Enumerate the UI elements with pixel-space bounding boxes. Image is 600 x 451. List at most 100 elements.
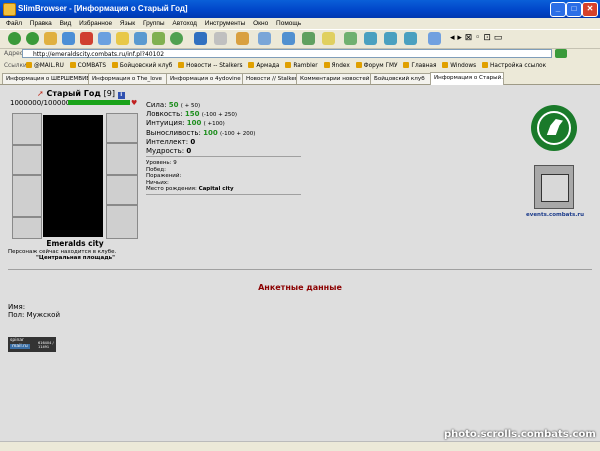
- folder-icon[interactable]: [44, 32, 57, 45]
- title-bar: SlimBrowser - [Информация о Старый Год] …: [0, 0, 600, 18]
- window-title: SlimBrowser - [Информация о Старый Год]: [18, 4, 188, 13]
- favorites-icon[interactable]: [116, 32, 129, 45]
- location-place: "Центральная площадь": [36, 255, 115, 261]
- ring-slot[interactable]: [106, 113, 138, 143]
- avatar: [43, 115, 103, 237]
- history-icon[interactable]: [152, 32, 165, 45]
- tab-item[interactable]: Информация о 4ydovine: [166, 73, 246, 84]
- events-link[interactable]: events.combats.ru: [526, 212, 584, 218]
- stat-extra: ( +100): [203, 121, 225, 128]
- hp-text: 1000000/1000000: [10, 99, 75, 107]
- link-item[interactable]: @MAIL.RU: [26, 61, 64, 72]
- helmet-slot[interactable]: [12, 113, 42, 145]
- minimize-button[interactable]: _: [550, 2, 566, 17]
- weapon-slot[interactable]: [12, 145, 42, 175]
- link-item[interactable]: COMBATS: [70, 61, 106, 72]
- stat-extra: (-100 + 200): [219, 130, 256, 137]
- heart-icon: ♥: [131, 99, 138, 107]
- stat-extra: ( + 50): [180, 103, 201, 109]
- highlight-icon[interactable]: [322, 32, 335, 45]
- menu-window[interactable]: Окно: [253, 18, 268, 29]
- pen-icon[interactable]: [428, 32, 441, 45]
- address-bar: Адрес http://emeraldscity.combats.ru/inf…: [0, 48, 600, 60]
- glove-slot[interactable]: [106, 143, 138, 175]
- watermark: photo.scrolls.combats.com: [444, 429, 596, 440]
- tab-item[interactable]: Комментарии новостей //...: [296, 73, 374, 84]
- window-icon[interactable]: [282, 32, 295, 45]
- home-icon[interactable]: [98, 32, 111, 45]
- address-input[interactable]: http://emeraldscity.combats.ru/inf.pl?40…: [22, 49, 552, 58]
- group-icon[interactable]: [258, 32, 271, 45]
- link-item[interactable]: Rambler: [285, 61, 317, 72]
- link-item[interactable]: Форум ГМУ: [356, 61, 398, 72]
- info-icon[interactable]: i: [117, 92, 125, 99]
- toolbar: ◂ ▸ ⊠ ◦ ⊡ ▭: [0, 29, 600, 49]
- menu-favorites[interactable]: Избранное: [79, 18, 112, 29]
- mail-icon[interactable]: [236, 32, 249, 45]
- globe-icon[interactable]: [170, 32, 183, 45]
- character-level: [9]: [103, 89, 115, 98]
- info-level: Уровень: 9: [146, 160, 177, 166]
- divider: [8, 269, 592, 270]
- link-item[interactable]: Новости -- Stalkers: [178, 61, 242, 72]
- back-icon[interactable]: [8, 32, 21, 45]
- info-panel: Уровень: 9 Побед: Поражений: Ничьих: Мес…: [146, 160, 234, 193]
- screen-icon[interactable]: [364, 32, 377, 45]
- shield-slot[interactable]: [106, 175, 138, 205]
- menu-autowalk[interactable]: Автоход: [172, 18, 197, 29]
- link-item[interactable]: Яndex: [324, 61, 350, 72]
- character-name: Старый Год: [46, 89, 101, 98]
- birthplace-value: Capital city: [198, 186, 234, 193]
- tile-icon[interactable]: [302, 32, 315, 45]
- refresh-icon[interactable]: [62, 32, 75, 45]
- stat-value: 150: [184, 110, 200, 119]
- stat-value: 0: [190, 137, 196, 146]
- screen2-icon[interactable]: [384, 32, 397, 45]
- tab-item[interactable]: Бойцовский клуб: [370, 73, 436, 84]
- belt-slot[interactable]: [12, 217, 42, 239]
- tool-icon[interactable]: [344, 32, 357, 45]
- nav-arrows-icon[interactable]: ◂ ▸ ⊠ ◦ ⊡ ▭: [450, 33, 502, 43]
- stat-label: Ловкость:: [146, 110, 183, 119]
- menu-language[interactable]: Язык: [120, 18, 135, 29]
- menu-edit[interactable]: Правка: [30, 18, 52, 29]
- close-button[interactable]: ✕: [582, 2, 598, 17]
- screen3-icon[interactable]: [404, 32, 417, 45]
- tab-item[interactable]: Информация о ШЕРШЕМВИЕ: [2, 73, 90, 84]
- hp-bar: [68, 100, 130, 105]
- armor-slot[interactable]: [12, 175, 42, 217]
- menu-groups[interactable]: Группы: [143, 18, 165, 29]
- tab-active[interactable]: Информация о Старый...: [430, 72, 504, 85]
- link-item[interactable]: Армада: [248, 61, 279, 72]
- page-content: ➚ Старый Год [9] i 1000000/1000000 ♥ Eme…: [0, 85, 600, 441]
- menu-view[interactable]: Вид: [60, 18, 72, 29]
- print-icon[interactable]: [214, 32, 227, 45]
- stat-value: 100: [186, 119, 202, 128]
- arrow-icon: ➚: [37, 89, 44, 98]
- menu-help[interactable]: Помощь: [276, 18, 301, 29]
- clan-emblem-icon[interactable]: [531, 105, 577, 151]
- name-label: Имя:: [8, 303, 26, 311]
- link-item[interactable]: Настройка ссылок: [482, 61, 546, 72]
- events-banner-icon[interactable]: [534, 165, 574, 209]
- language-icon[interactable]: [194, 32, 207, 45]
- menu-tools[interactable]: Инструменты: [205, 18, 246, 29]
- tab-bar: Информация о ШЕРШЕМВИЕ Информация о The_…: [0, 72, 600, 85]
- divider: [146, 194, 301, 195]
- tab-item[interactable]: Информация о The_love: [88, 73, 170, 84]
- tab-item[interactable]: Новости // Stalkers: [242, 73, 300, 84]
- go-icon[interactable]: [555, 49, 567, 58]
- counter-numbers: 616404 / 11491: [38, 341, 54, 349]
- forward-icon[interactable]: [26, 32, 39, 45]
- link-item[interactable]: Windows: [442, 61, 476, 72]
- maximize-button[interactable]: □: [566, 2, 582, 17]
- link-item[interactable]: Главная: [403, 61, 436, 72]
- stat-value: 100: [203, 128, 218, 137]
- counter-badge[interactable]: spinar mail.ru 616404 / 11491: [8, 337, 56, 352]
- menu-file[interactable]: Файл: [6, 18, 22, 29]
- boots-slot[interactable]: [106, 205, 138, 239]
- stop-icon[interactable]: [80, 32, 93, 45]
- link-item[interactable]: Бойцовский клуб: [112, 61, 172, 72]
- search-icon[interactable]: [134, 32, 147, 45]
- stat-label: Интеллект:: [146, 137, 189, 146]
